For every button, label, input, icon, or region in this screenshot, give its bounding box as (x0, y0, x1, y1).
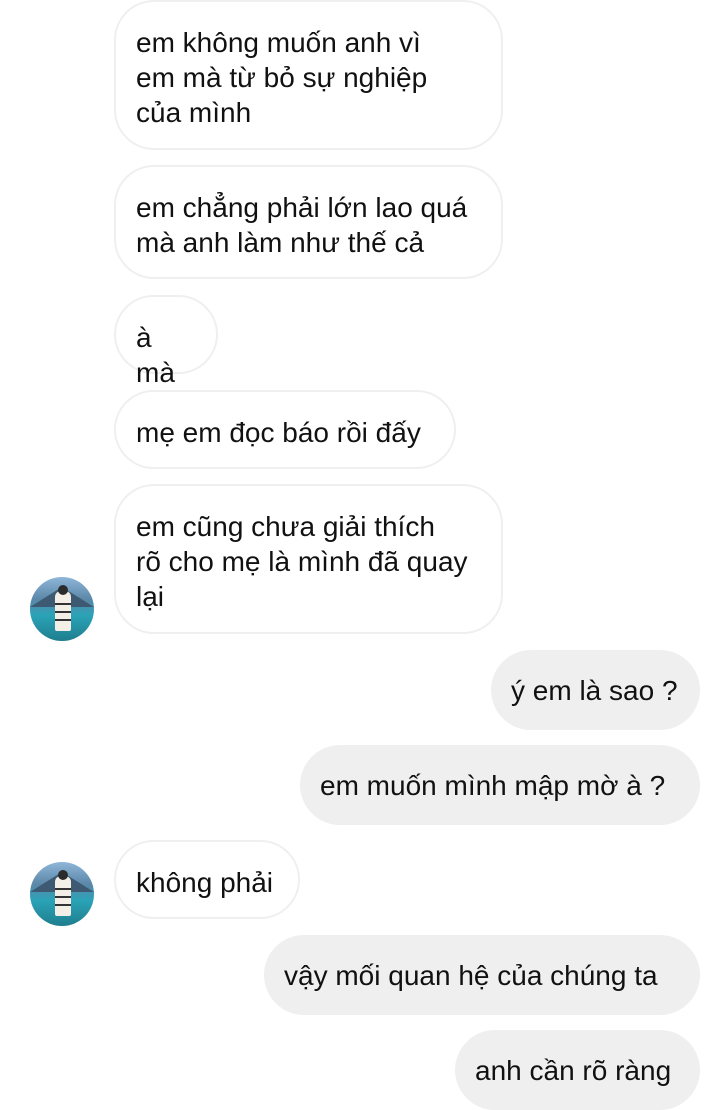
chat-thread: em không muốn anh vì em mà từ bỏ sự nghi… (0, 0, 720, 1110)
message-bubble-incoming[interactable]: em không muốn anh vì em mà từ bỏ sự nghi… (114, 0, 503, 150)
avatar-stripe (55, 896, 71, 898)
message-bubble-incoming[interactable]: à mà (114, 295, 218, 388)
message-bubble-outgoing[interactable]: em muốn mình mập mờ à ? (300, 745, 700, 825)
avatar-stripe (55, 611, 71, 613)
message-bubble-outgoing[interactable]: anh cần rõ ràng (455, 1030, 700, 1110)
message-bubble-incoming[interactable]: em chẳng phải lớn lao quá mà anh làm như… (114, 165, 503, 279)
message-bubble-incoming[interactable]: em cũng chưa giải thích rõ cho mẹ là mìn… (114, 484, 503, 634)
message-bubble-outgoing[interactable]: ý em là sao ? (491, 650, 700, 730)
avatar-head-shape (58, 585, 68, 595)
message-bubble-outgoing[interactable]: vậy mối quan hệ của chúng ta (264, 935, 700, 1015)
contact-avatar-icon[interactable] (30, 577, 94, 641)
avatar-stripe (55, 904, 71, 906)
message-bubble-incoming[interactable]: không phải (114, 840, 300, 919)
avatar-stripe (55, 603, 71, 605)
contact-avatar-icon[interactable] (30, 862, 94, 926)
message-bubble-incoming[interactable]: mẹ em đọc báo rồi đấy (114, 390, 456, 469)
avatar-head-shape (58, 870, 68, 880)
avatar-stripe (55, 888, 71, 890)
avatar-stripe (55, 619, 71, 621)
